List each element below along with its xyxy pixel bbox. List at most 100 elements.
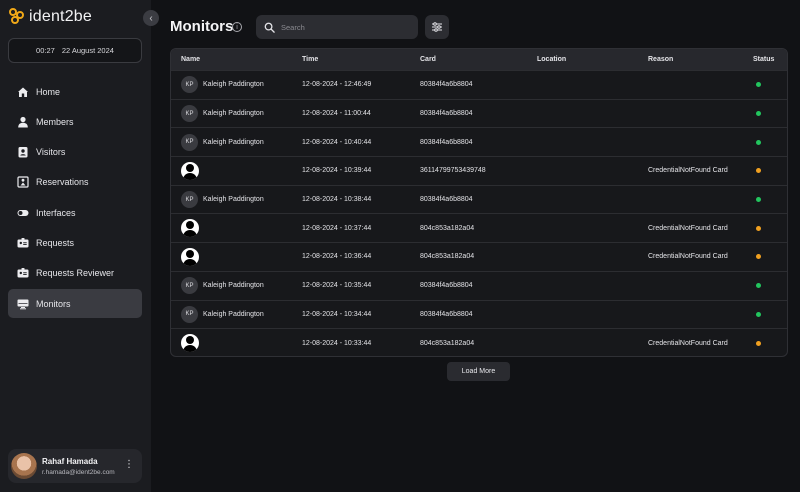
cell-card: 80384f4a6b8804 bbox=[420, 110, 473, 118]
sidebar-item-label: Visitors bbox=[36, 147, 66, 158]
sidebar-item-visitors[interactable]: Visitors bbox=[8, 138, 142, 167]
table-row[interactable]: KP Kaleigh Paddington 12-08-2024 - 11:00:4… bbox=[171, 98, 787, 128]
cell-card: 80384f4a6b8804 bbox=[420, 196, 473, 204]
table-row[interactable]: KP Kaleigh Paddington 12-08-2024 - 10:35:4… bbox=[171, 270, 787, 300]
sidebar-item-reservations[interactable]: Reservations bbox=[8, 168, 142, 197]
cell-name: KP Kaleigh Paddington bbox=[181, 186, 264, 214]
cell-time: 12-08-2024 - 11:00:44 bbox=[302, 110, 371, 118]
cell-name: KP Kaleigh Paddington bbox=[181, 128, 264, 156]
table-body: KP Kaleigh Paddington 12-08-2024 - 12:46:4… bbox=[171, 70, 787, 356]
sliders-icon bbox=[432, 22, 442, 32]
sidebar-item-label: Reservations bbox=[36, 177, 89, 188]
sidebar-item-label: Monitors bbox=[36, 298, 71, 309]
cell-time: 12-08-2024 - 10:38:44 bbox=[302, 196, 372, 204]
column-header-status[interactable]: Status bbox=[753, 49, 774, 70]
info-icon[interactable]: i bbox=[232, 22, 242, 32]
member-name: Kaleigh Paddington bbox=[203, 196, 264, 204]
status-dot-icon bbox=[756, 111, 761, 117]
cell-status bbox=[753, 186, 761, 214]
user-profile-card[interactable]: Rahaf Hamada r.hamada@ident2be.com ⋮ bbox=[8, 449, 142, 483]
id-badge-icon bbox=[17, 146, 29, 158]
anonymous-user-icon bbox=[181, 161, 199, 180]
sidebar-item-interfaces[interactable]: Interfaces bbox=[8, 198, 142, 227]
cell-name bbox=[181, 214, 199, 242]
column-header-reason[interactable]: Reason bbox=[648, 49, 673, 70]
id-card-icon bbox=[17, 237, 29, 249]
chevron-left-icon: ‹ bbox=[149, 12, 153, 24]
member-name: Kaleigh Paddington bbox=[203, 110, 264, 118]
user-icon bbox=[17, 116, 29, 128]
cell-time: 12-08-2024 - 10:36:44 bbox=[302, 253, 372, 261]
sidebar-item-requests-reviewer[interactable]: Requests Reviewer bbox=[8, 259, 142, 288]
cell-status bbox=[753, 329, 761, 356]
column-header-name[interactable]: Name bbox=[181, 49, 200, 70]
cell-name: KP Kaleigh Paddington bbox=[181, 71, 264, 99]
status-dot-icon bbox=[756, 225, 761, 231]
cell-status bbox=[753, 301, 761, 329]
cell-status bbox=[753, 272, 761, 300]
cell-reason: CredentialNotFound Card bbox=[648, 224, 728, 232]
sidebar-item-home[interactable]: Home bbox=[8, 77, 142, 106]
search-input[interactable] bbox=[281, 22, 411, 32]
cell-card: 80384f4a6b8804 bbox=[420, 310, 473, 318]
sidebar: ident2be 00:27 22 August 2024 Home Membe… bbox=[0, 0, 151, 492]
avatar-initials: KP bbox=[181, 191, 198, 209]
more-vertical-icon[interactable]: ⋮ bbox=[124, 460, 134, 470]
table-row[interactable]: 12-08-2024 - 10:33:44 804c853a182a04 Crede… bbox=[171, 328, 787, 356]
avatar-initials: KP bbox=[181, 133, 198, 151]
status-dot-icon bbox=[756, 139, 761, 145]
anonymous-user-icon bbox=[181, 247, 199, 266]
id-card-review-icon bbox=[17, 267, 29, 279]
cell-time: 12-08-2024 - 10:34:44 bbox=[302, 310, 372, 318]
cell-time: 12-08-2024 - 10:35:44 bbox=[302, 282, 372, 290]
table-row[interactable]: KP Kaleigh Paddington 12-08-2024 - 12:46:4… bbox=[171, 70, 787, 99]
sidebar-item-monitors[interactable]: Monitors bbox=[8, 289, 142, 319]
cell-name: KP Kaleigh Paddington bbox=[181, 272, 264, 300]
table-row[interactable]: 12-08-2024 - 10:39:44 36114799753439748 Cr… bbox=[171, 156, 787, 185]
column-header-location[interactable]: Location bbox=[537, 49, 566, 70]
cell-time: 12-08-2024 - 12:46:49 bbox=[302, 81, 372, 89]
app-logo[interactable]: ident2be bbox=[9, 7, 92, 27]
cell-reason: CredentialNotFound Card bbox=[648, 253, 728, 261]
cell-card: 804c853a182a04 bbox=[420, 339, 475, 347]
member-name: Kaleigh Paddington bbox=[203, 310, 264, 318]
table-row[interactable]: 12-08-2024 - 10:36:44 804c853a182a04 Crede… bbox=[171, 242, 787, 271]
avatar-initials: KP bbox=[181, 277, 198, 295]
cell-card: 804c853a182a04 bbox=[420, 253, 475, 261]
sidebar-item-label: Requests Reviewer bbox=[36, 268, 115, 279]
anonymous-user-icon bbox=[181, 219, 199, 238]
cell-status bbox=[753, 214, 761, 242]
collapse-sidebar-button[interactable]: ‹ bbox=[143, 10, 159, 26]
filter-button[interactable] bbox=[425, 15, 449, 39]
sidebar-item-label: Members bbox=[36, 116, 74, 127]
cell-name bbox=[181, 157, 199, 185]
table-row[interactable]: 12-08-2024 - 10:37:44 804c853a182a04 Crede… bbox=[171, 213, 787, 242]
cell-name bbox=[181, 243, 199, 271]
user-email: r.hamada@ident2be.com bbox=[42, 468, 115, 476]
member-name: Kaleigh Paddington bbox=[203, 81, 264, 89]
column-header-time[interactable]: Time bbox=[302, 49, 318, 70]
cell-status bbox=[753, 100, 761, 128]
cell-reason: CredentialNotFound Card bbox=[648, 339, 728, 347]
cell-status bbox=[753, 128, 761, 156]
cell-card: 80384f4a6b8804 bbox=[420, 138, 473, 146]
cell-name: KP Kaleigh Paddington bbox=[181, 100, 264, 128]
load-more-button[interactable]: Load More bbox=[447, 362, 510, 381]
column-header-card[interactable]: Card bbox=[420, 49, 436, 70]
table-header: Name Time Card Location Reason Status bbox=[171, 49, 787, 70]
current-date: 22 August 2024 bbox=[61, 46, 114, 55]
status-dot-icon bbox=[756, 340, 761, 346]
cell-name: KP Kaleigh Paddington bbox=[181, 301, 264, 329]
sidebar-item-members[interactable]: Members bbox=[8, 107, 142, 136]
table-row[interactable]: KP Kaleigh Paddington 12-08-2024 - 10:38:4… bbox=[171, 184, 787, 214]
sidebar-item-label: Home bbox=[36, 86, 61, 97]
sidebar-item-requests[interactable]: Requests bbox=[8, 228, 142, 257]
table-row[interactable]: KP Kaleigh Paddington 12-08-2024 - 10:34:4… bbox=[171, 299, 787, 329]
table-row[interactable]: KP Kaleigh Paddington 12-08-2024 - 10:40:4… bbox=[171, 127, 787, 156]
cell-card: 80384f4a6b8804 bbox=[420, 81, 473, 89]
home-icon bbox=[17, 86, 29, 98]
logo-icon bbox=[9, 8, 27, 26]
cell-card: 80384f4a6b8804 bbox=[420, 282, 473, 290]
search-box[interactable] bbox=[256, 15, 418, 39]
cell-reason: CredentialNotFound Card bbox=[648, 167, 728, 175]
